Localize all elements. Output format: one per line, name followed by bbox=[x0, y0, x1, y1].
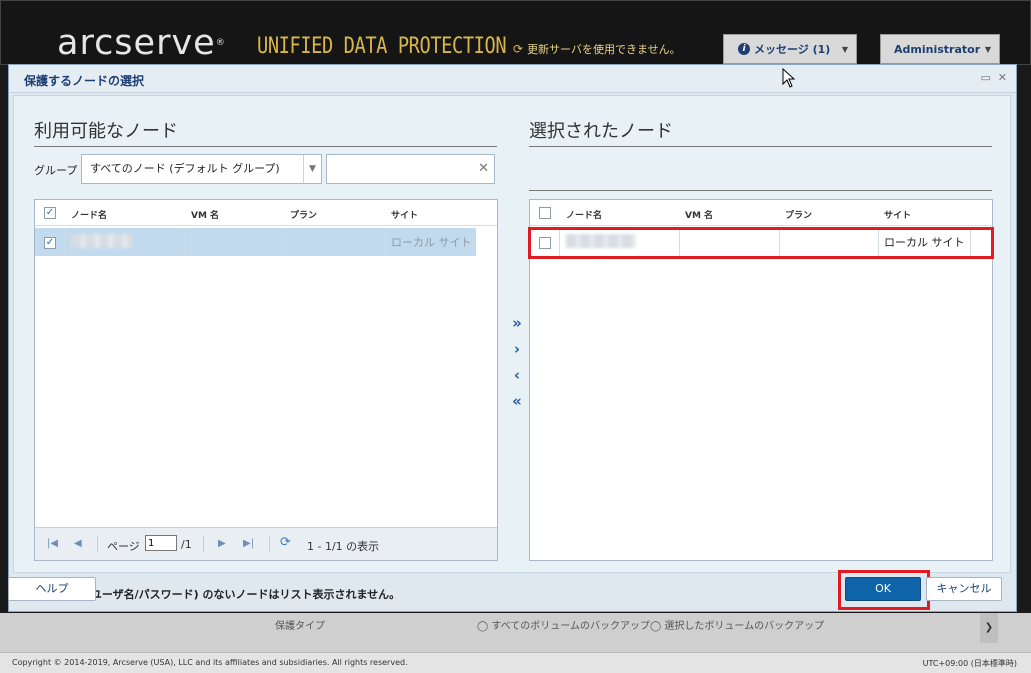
group-label: グループ bbox=[34, 164, 78, 177]
refresh-icon[interactable]: ⟳ bbox=[280, 535, 291, 550]
chevron-down-icon[interactable]: ▼ bbox=[303, 155, 321, 183]
update-status: ⟳ 更新サーバを使用できません。 bbox=[513, 41, 681, 57]
product-name: UNIFIED DATA PROTECTION bbox=[257, 34, 507, 59]
remove-button[interactable]: ‹ bbox=[509, 367, 525, 383]
row-checkbox[interactable]: ✓ bbox=[44, 237, 56, 249]
column-site: サイト bbox=[884, 211, 912, 221]
update-status-text: 更新サーバを使用できません。 bbox=[527, 43, 681, 56]
messages-label: メッセージ (1) bbox=[754, 43, 831, 56]
ok-button-highlight bbox=[838, 570, 930, 610]
column-vm-name: VM 名 bbox=[685, 211, 714, 221]
grid-header: ✓ ノード名 VM 名 プラン サイト bbox=[35, 200, 497, 226]
selected-row-highlight bbox=[528, 227, 994, 259]
select-all-checkbox[interactable] bbox=[539, 207, 551, 219]
column-node-name: ノード名 bbox=[71, 211, 108, 221]
last-page-icon[interactable]: ▶| bbox=[243, 538, 254, 549]
user-menu-button[interactable]: Administrator ▼ bbox=[880, 34, 1000, 64]
background-row-label: 保護タイプ bbox=[275, 621, 325, 632]
app-header: arcserve® UNIFIED DATA PROTECTION ⟳ 更新サー… bbox=[0, 0, 1031, 65]
available-nodes-title: 利用可能なノード bbox=[34, 121, 178, 142]
add-all-button[interactable]: » bbox=[509, 315, 525, 331]
select-all-checkbox[interactable]: ✓ bbox=[44, 207, 56, 219]
dialog-content: 利用可能なノード グループ すべてのノード (デフォルト グループ) ▼ ✕ ✓… bbox=[13, 95, 1011, 601]
select-nodes-dialog: 保護するノードの選択 ▭ ✕ 利用可能なノード グループ すべてのノード (デフ… bbox=[8, 64, 1017, 612]
dialog-titlebar[interactable]: 保護するノードの選択 ▭ ✕ bbox=[9, 65, 1016, 93]
column-site: サイト bbox=[391, 211, 419, 221]
group-select[interactable]: すべてのノード (デフォルト グループ) ▼ bbox=[81, 154, 322, 184]
user-label: Administrator bbox=[894, 42, 981, 56]
prev-page-icon[interactable]: ◀ bbox=[74, 538, 82, 549]
footer: Copyright © 2014-2019, Arcserve (USA), L… bbox=[0, 652, 1031, 673]
first-page-icon[interactable]: |◀ bbox=[47, 538, 58, 549]
column-plan: プラン bbox=[290, 211, 318, 221]
selected-divider bbox=[529, 146, 992, 147]
add-button[interactable]: › bbox=[509, 341, 525, 357]
column-node-name: ノード名 bbox=[566, 211, 603, 221]
next-page-icon[interactable]: ▶ bbox=[218, 538, 226, 549]
chevron-down-icon: ▼ bbox=[984, 44, 991, 54]
page-label: ページ bbox=[107, 540, 140, 553]
copyright: Copyright © 2014-2019, Arcserve (USA), L… bbox=[12, 658, 408, 667]
grid-header: ノード名 VM 名 プラン サイト bbox=[530, 200, 992, 226]
arcserve-logo: arcserve® bbox=[57, 23, 226, 63]
page-total: /1 bbox=[181, 538, 192, 551]
column-vm-name: VM 名 bbox=[191, 211, 220, 221]
dialog-title: 保護するノードの選択 bbox=[24, 74, 145, 88]
site-name: ローカル サイト bbox=[391, 236, 472, 249]
timezone: UTC+09:00 (日本標準時) bbox=[922, 659, 1017, 668]
chevron-down-icon: ▼ bbox=[841, 44, 848, 54]
node-name-redacted bbox=[71, 234, 133, 248]
available-divider bbox=[34, 146, 497, 147]
refresh-icon: ⟳ bbox=[513, 42, 524, 56]
pager-summary: 1 - 1/1 の表示 bbox=[307, 540, 380, 553]
background-radio-selected-volumes[interactable]: ◯ 選択したボリュームのバックアップ bbox=[650, 617, 824, 632]
cancel-button[interactable]: キャンセル bbox=[926, 577, 1002, 601]
info-icon: i bbox=[738, 43, 750, 55]
selected-divider-2 bbox=[529, 190, 992, 191]
chevron-down-icon[interactable]: ❯ bbox=[980, 613, 998, 643]
table-row[interactable]: ✓ ローカル サイト bbox=[35, 228, 476, 256]
available-nodes-grid: ✓ ノード名 VM 名 プラン サイト ✓ ローカル サイト |◀ ◀ ページ … bbox=[34, 199, 498, 561]
group-select-value: すべてのノード (デフォルト グループ) bbox=[90, 162, 280, 175]
clear-icon[interactable]: ✕ bbox=[478, 161, 489, 176]
mouse-cursor-icon bbox=[782, 68, 796, 88]
maximize-icon[interactable]: ▭ bbox=[981, 71, 991, 84]
remove-all-button[interactable]: « bbox=[509, 393, 525, 409]
node-filter[interactable]: ✕ bbox=[326, 154, 495, 184]
background-radio-all-volumes[interactable]: ◯ すべてのボリュームのバックアップ bbox=[477, 617, 650, 632]
close-icon[interactable]: ✕ bbox=[998, 71, 1007, 84]
pager: |◀ ◀ ページ /1 ▶ ▶| ⟳ 1 - 1/1 の表示 bbox=[35, 527, 497, 560]
column-plan: プラン bbox=[785, 211, 813, 221]
messages-button[interactable]: i メッセージ (1) ▼ bbox=[723, 34, 857, 64]
selected-nodes-title: 選択されたノード bbox=[529, 121, 673, 142]
page-input[interactable] bbox=[145, 535, 177, 551]
node-filter-input[interactable] bbox=[331, 156, 471, 182]
help-button[interactable]: ヘルプ bbox=[8, 577, 96, 601]
